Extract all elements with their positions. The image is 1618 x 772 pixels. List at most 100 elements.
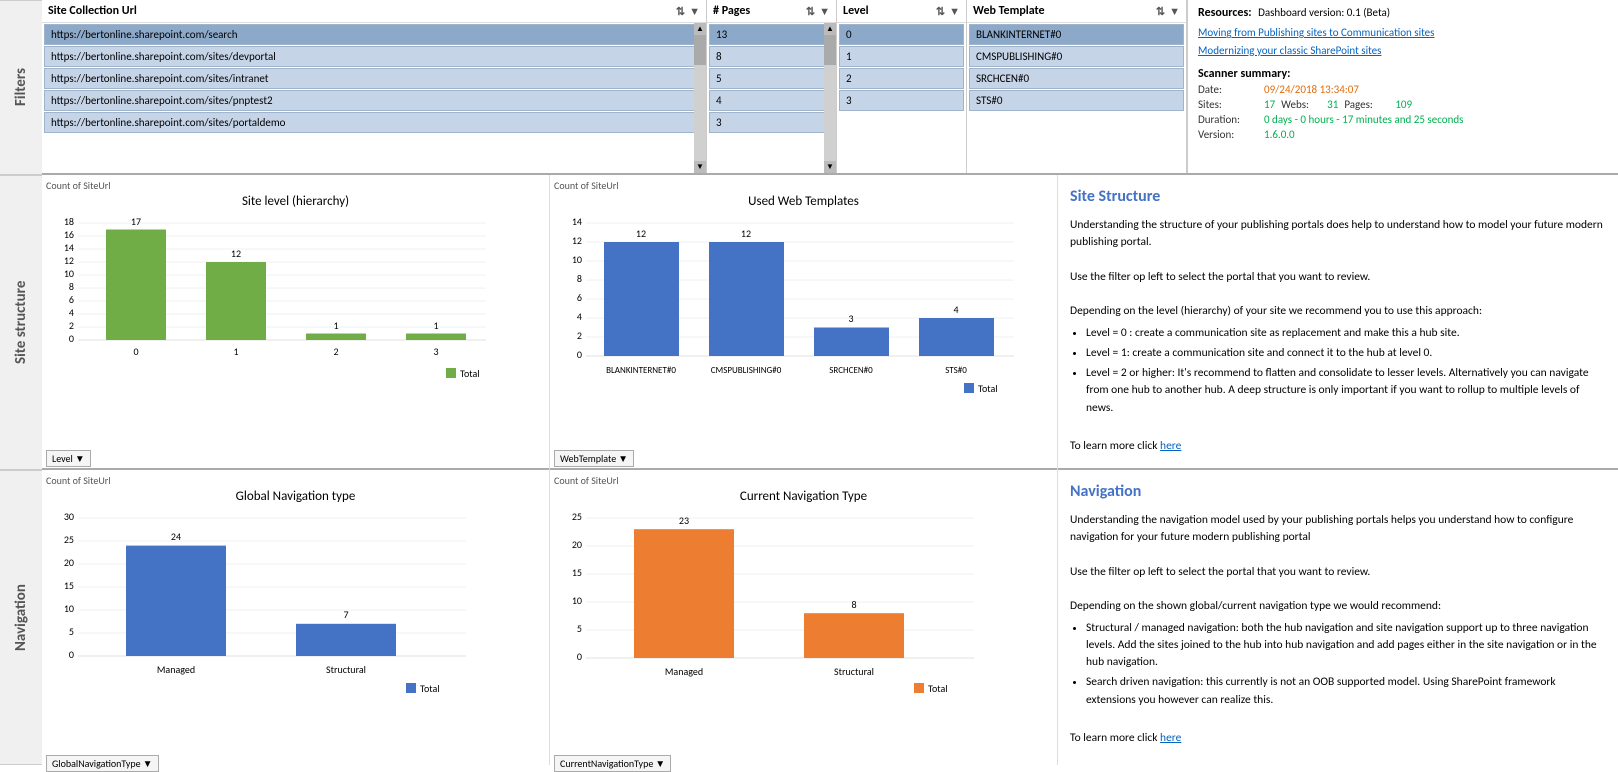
filter-pages-item[interactable]: 4: [709, 90, 834, 111]
svg-text:17: 17: [131, 215, 141, 228]
filter-level-item[interactable]: 1: [839, 46, 964, 67]
filter-siteurl-item[interactable]: https://bertonline.sharepoint.com/sites/…: [44, 68, 704, 89]
scroll-down-btn[interactable]: ▼: [824, 161, 836, 173]
filter-pages-item[interactable]: 8: [709, 46, 834, 67]
filter-siteurl-item[interactable]: https://bertonline.sharepoint.com/sites/…: [44, 112, 704, 133]
scroll-thumb: [824, 35, 836, 65]
filter-webtemplate-item[interactable]: BLANKINTERNET#0: [969, 24, 1184, 45]
chart-filter-current-nav[interactable]: CurrentNavigationType ▼: [554, 755, 671, 772]
version-value: 1.6.0.0: [1264, 128, 1295, 141]
resource-link-1[interactable]: Moving from Publishing sites to Communic…: [1198, 24, 1577, 42]
svg-text:0: 0: [69, 332, 74, 345]
scroll-down-btn[interactable]: ▼: [694, 161, 706, 173]
pages-value: 109: [1395, 98, 1412, 111]
svg-text:10: 10: [572, 594, 582, 607]
sites-label: Sites:: [1198, 98, 1258, 111]
filter-sort-icon[interactable]: ⇅: [676, 5, 685, 18]
date-value: 09/24/2018 13:34:07: [1264, 83, 1359, 96]
svg-text:3: 3: [848, 312, 853, 325]
svg-text:BLANKINTERNET#0: BLANKINTERNET#0: [606, 365, 676, 376]
chart-filter-level[interactable]: Level ▼: [46, 450, 91, 467]
filter-funnel-icon[interactable]: ▼: [1169, 5, 1180, 18]
filter-siteurl-item[interactable]: https://bertonline.sharepoint.com/sites/…: [44, 90, 704, 111]
filter-pages: # Pages ⇅ ▼ 13 8 5 4 3 ▲: [707, 0, 837, 173]
filter-pages-scrollbar[interactable]: ▲ ▼: [824, 23, 836, 173]
pages-label: Pages:: [1344, 98, 1389, 111]
filter-funnel-icon[interactable]: ▼: [819, 5, 830, 18]
filter-funnel-icon[interactable]: ▼: [689, 5, 700, 18]
filter-level-item[interactable]: 2: [839, 68, 964, 89]
scroll-up-btn[interactable]: ▲: [824, 23, 836, 35]
filter-siteurl-scrollbar[interactable]: ▲ ▼: [694, 23, 706, 173]
svg-text:24: 24: [171, 530, 181, 543]
filter-pages-item[interactable]: 5: [709, 68, 834, 89]
filter-pages-item[interactable]: 3: [709, 112, 834, 133]
site-structure-bullets: Level = 0 : create a communication site …: [1086, 325, 1606, 417]
site-structure-area: Count of SiteUrl Site level (hierarchy) …: [42, 175, 1618, 470]
svg-text:8: 8: [851, 598, 856, 611]
svg-text:30: 30: [64, 510, 74, 523]
navigation-desc1: Understanding the navigation model used …: [1070, 512, 1606, 547]
svg-text:2: 2: [333, 345, 338, 358]
filter-sort-icon[interactable]: ⇅: [936, 5, 945, 18]
svg-text:3: 3: [433, 345, 438, 358]
filter-sort-icon[interactable]: ⇅: [806, 5, 815, 18]
filter-level-list: 0 1 2 3: [837, 23, 966, 173]
svg-current-nav: 25 20 15 10 5 0 23 Managed: [554, 508, 1044, 748]
chart-title-current-nav: Current Navigation Type: [554, 489, 1053, 504]
filter-webtemplate-item[interactable]: STS#0: [969, 90, 1184, 111]
dropdown-icon: ▼: [75, 452, 85, 465]
site-structure-desc2: Use the filter op left to select the por…: [1070, 269, 1606, 286]
svg-text:6: 6: [577, 291, 582, 304]
navigation-here-link[interactable]: here: [1160, 731, 1181, 745]
chart-filter-global-nav[interactable]: GlobalNavigationType ▼: [46, 755, 159, 772]
svg-web-templates: 14 12 10 8 6 4 2 0: [554, 213, 1044, 443]
count-label-current-nav: Count of SiteUrl: [554, 474, 1053, 487]
filter-pages-item[interactable]: 13: [709, 24, 834, 45]
chart-current-nav: Count of SiteUrl Current Navigation Type…: [550, 470, 1058, 765]
site-structure-desc3: Depending on the level (hierarchy) of yo…: [1070, 303, 1606, 320]
filter-funnel-icon[interactable]: ▼: [949, 5, 960, 18]
navigation-learn-more: To learn more click here: [1070, 730, 1606, 747]
sidebar-label-navigation: Navigation: [0, 470, 42, 765]
svg-text:2: 2: [69, 319, 74, 332]
site-structure-here-link[interactable]: here: [1160, 439, 1181, 453]
filter-siteurl: Site Collection Url ⇅ ▼ https://bertonli…: [42, 0, 707, 173]
scanner-summary: Scanner summary: Date: 09/24/2018 13:34:…: [1198, 67, 1577, 141]
svg-text:1: 1: [433, 319, 438, 332]
filter-webtemplate-item[interactable]: SRCHCEN#0: [969, 68, 1184, 89]
scroll-track: [694, 35, 706, 161]
svg-text:4: 4: [577, 310, 582, 323]
svg-text:10: 10: [64, 602, 74, 615]
chart-web-templates: Count of SiteUrl Used Web Templates 14 1…: [550, 175, 1058, 470]
svg-text:7: 7: [343, 608, 348, 621]
filter-siteurl-item[interactable]: https://bertonline.sharepoint.com/search: [44, 24, 704, 45]
filter-webtemplate-item[interactable]: CMSPUBLISHING#0: [969, 46, 1184, 67]
scanner-duration-row: Duration: 0 days - 0 hours - 17 minutes …: [1198, 113, 1577, 126]
filter-pages-list: 13 8 5 4 3 ▲ ▼: [707, 23, 836, 173]
svg-text:5: 5: [69, 625, 74, 638]
filter-sort-icon[interactable]: ⇅: [1156, 5, 1165, 18]
svg-text:Total: Total: [978, 382, 998, 395]
dropdown-icon: ▼: [655, 757, 665, 770]
svg-text:1: 1: [333, 319, 338, 332]
svg-text:SRCHCEN#0: SRCHCEN#0: [829, 365, 873, 376]
svg-text:STS#0: STS#0: [945, 365, 967, 376]
chart-filter-webtemplate[interactable]: WebTemplate ▼: [554, 450, 634, 467]
filter-level-item[interactable]: 3: [839, 90, 964, 111]
scroll-up-btn[interactable]: ▲: [694, 23, 706, 35]
svg-text:Structural: Structural: [326, 663, 366, 676]
svg-text:0: 0: [69, 648, 74, 661]
svg-text:14: 14: [572, 215, 582, 228]
svg-text:Managed: Managed: [157, 663, 195, 676]
navigation-area: Count of SiteUrl Global Navigation type …: [42, 470, 1618, 765]
filter-webtemplate: Web Template ⇅ ▼ BLANKINTERNET#0 CMSPUBL…: [967, 0, 1187, 173]
filter-siteurl-item[interactable]: https://bertonline.sharepoint.com/sites/…: [44, 46, 704, 67]
filter-level-item[interactable]: 0: [839, 24, 964, 45]
site-structure-learn-more: To learn more click here: [1070, 438, 1606, 455]
resource-link-2[interactable]: Modernizing your classic SharePoint site…: [1198, 42, 1577, 60]
svg-text:20: 20: [572, 538, 582, 551]
svg-text:5: 5: [577, 622, 582, 635]
scanner-version-row: Version: 1.6.0.0: [1198, 128, 1577, 141]
svg-text:18: 18: [64, 215, 74, 228]
